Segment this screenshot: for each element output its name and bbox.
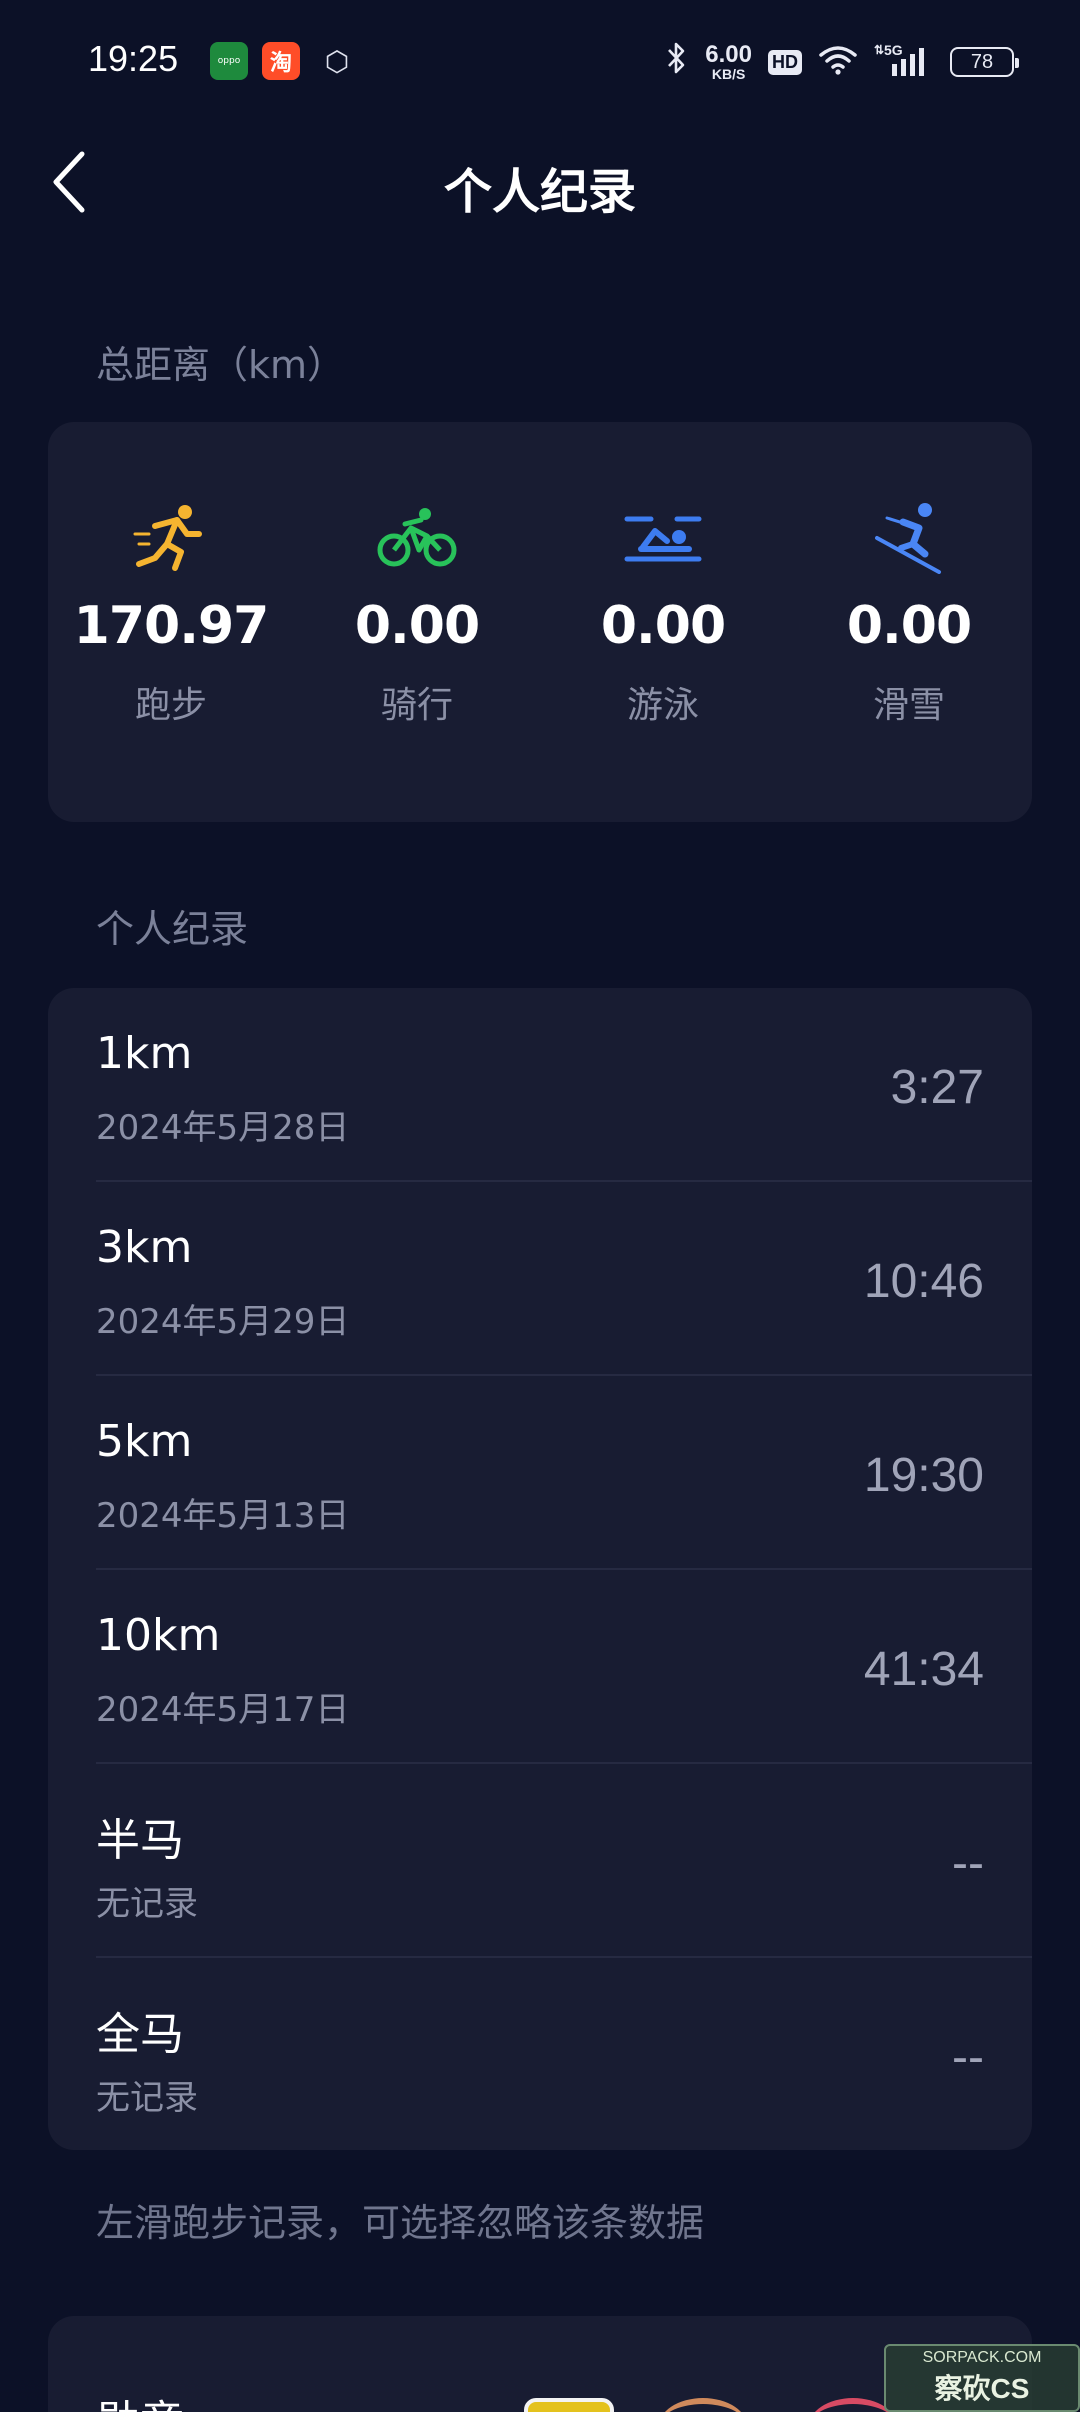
record-date: 2024年5月13日	[96, 1488, 349, 1537]
skiing-icon	[869, 502, 949, 574]
record-time: 10:46	[864, 1254, 984, 1309]
bluetooth-icon	[665, 41, 689, 83]
record-time: 41:34	[864, 1642, 984, 1697]
taobao-app-icon: 淘	[262, 42, 300, 80]
cycling-icon	[377, 502, 457, 574]
hd-badge: HD	[768, 50, 802, 75]
record-date: 2024年5月17日	[96, 1682, 349, 1731]
record-date: 无记录	[96, 2070, 198, 2119]
record-name: 10km	[96, 1610, 220, 1661]
record-date: 2024年5月29日	[96, 1294, 349, 1343]
network-speed-unit: KB/S	[712, 67, 745, 81]
sport-swimming[interactable]: 0.00 游泳	[540, 502, 786, 728]
swipe-hint: 左滑跑步记录，可选择忽略该条数据	[96, 2192, 704, 2247]
sport-skiing[interactable]: 0.00 滑雪	[786, 502, 1032, 728]
cellular-signal-icon: ⇅ 5G	[874, 42, 934, 82]
record-date: 无记录	[96, 1876, 198, 1925]
record-date: 2024年5月28日	[96, 1100, 349, 1149]
running-icon	[131, 502, 211, 574]
battery-indicator: 78	[950, 47, 1014, 77]
record-name: 5km	[96, 1416, 192, 1467]
medals-label: 勋章	[96, 2386, 184, 2412]
medal-badge-icon	[524, 2398, 614, 2412]
running-distance-value: 170.97	[74, 596, 269, 656]
wifi-icon	[818, 45, 858, 79]
swimming-label: 游泳	[627, 676, 699, 728]
total-distance-card: 170.97 跑步 0.00 骑行	[48, 422, 1032, 822]
record-row-half-marathon[interactable]: 半马 无记录 --	[48, 1764, 1032, 1958]
svg-text:⇅: ⇅	[874, 43, 884, 57]
record-row-3km[interactable]: 3km 2024年5月29日 10:46	[48, 1182, 1032, 1376]
record-row-10km[interactable]: 10km 2024年5月17日 41:34	[48, 1570, 1032, 1764]
swimming-icon	[623, 502, 703, 574]
total-distance-label: 总距离（km）	[96, 334, 345, 389]
sport-cycling[interactable]: 0.00 骑行	[294, 502, 540, 728]
record-name: 全马	[96, 1998, 184, 2062]
record-name: 3km	[96, 1222, 192, 1273]
status-indicators: 6.00 KB/S HD ⇅ 5G 78	[665, 40, 1014, 84]
cycling-distance-value: 0.00	[355, 596, 479, 656]
record-time: --	[952, 1836, 984, 1891]
record-name: 半马	[96, 1804, 184, 1868]
status-time: 19:25	[88, 38, 178, 80]
record-time: 19:30	[864, 1448, 984, 1503]
signal-type: 5G	[884, 42, 903, 58]
hexagon-app-icon: ⬡	[318, 42, 356, 80]
swimming-distance-value: 0.00	[601, 596, 725, 656]
record-row-1km[interactable]: 1km 2024年5月28日 3:27	[48, 988, 1032, 1182]
oppo-app-icon: oppo	[210, 42, 248, 80]
record-name: 1km	[96, 1028, 192, 1079]
watermark: SORPACK.COM 察砍CS	[884, 2344, 1080, 2412]
record-time: --	[952, 2030, 984, 2085]
record-row-5km[interactable]: 5km 2024年5月13日 19:30	[48, 1376, 1032, 1570]
watermark-logo: 察砍CS	[935, 2367, 1030, 2407]
cycling-label: 骑行	[381, 676, 453, 728]
skiing-distance-value: 0.00	[847, 596, 971, 656]
status-bar: 19:25 oppo 淘 ⬡ 6.00 KB/S HD ⇅ 5G	[0, 0, 1080, 125]
network-speed: 6.00 KB/S	[705, 43, 752, 81]
running-label: 跑步	[135, 676, 207, 728]
personal-records-card: 1km 2024年5月28日 3:27 3km 2024年5月29日 10:46…	[48, 988, 1032, 2150]
network-speed-value: 6.00	[705, 43, 752, 67]
watermark-site: SORPACK.COM	[923, 2349, 1042, 2367]
medal-badge-icon	[658, 2398, 748, 2412]
sport-running[interactable]: 170.97 跑步	[48, 502, 294, 728]
record-time: 3:27	[891, 1060, 984, 1115]
personal-records-label: 个人纪录	[96, 898, 248, 953]
skiing-label: 滑雪	[873, 676, 945, 728]
page-title: 个人纪录	[0, 152, 1080, 222]
record-row-full-marathon[interactable]: 全马 无记录 --	[48, 1958, 1032, 2152]
